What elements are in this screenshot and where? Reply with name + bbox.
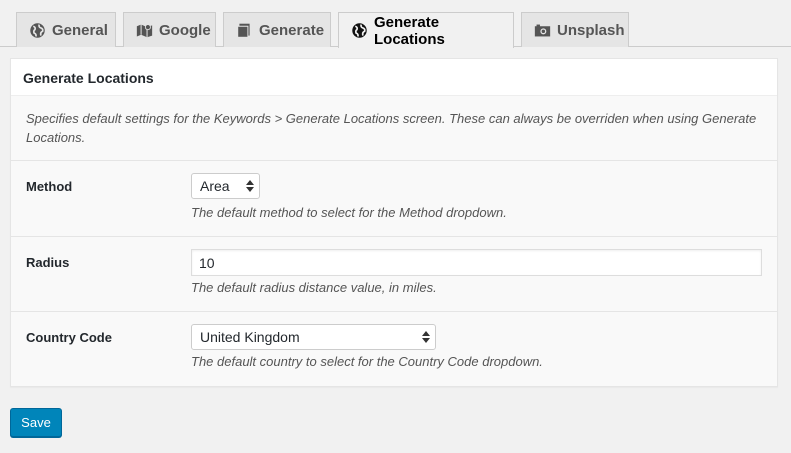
method-select-value: Area [200, 178, 230, 194]
country-code-help: The default country to select for the Co… [191, 354, 543, 369]
method-select-wrap: Area [191, 173, 260, 199]
radius-row: Radius 10 The default radius distance va… [11, 237, 777, 312]
radius-label: Radius [26, 255, 70, 270]
method-help: The default method to select for the Met… [191, 205, 507, 220]
globe-icon [351, 22, 368, 39]
radius-input[interactable]: 10 [191, 249, 762, 276]
tab-unsplash[interactable]: Unsplash [521, 12, 629, 47]
tab-label: General [52, 21, 108, 39]
radius-help: The default radius distance value, in mi… [191, 280, 437, 295]
method-row: Method Area The default method to select… [11, 161, 777, 237]
tab-google[interactable]: Google [123, 12, 216, 47]
tab-label: Generate Locations [374, 13, 445, 48]
country-code-select[interactable]: United Kingdom [191, 324, 436, 350]
select-arrows-icon [246, 180, 254, 192]
map-icon [136, 22, 153, 39]
tab-label: Google [159, 21, 211, 39]
country-code-label: Country Code [26, 330, 112, 345]
settings-panel: Generate Locations Specifies default set… [10, 58, 778, 387]
country-code-select-value: United Kingdom [200, 329, 300, 345]
method-select[interactable]: Area [191, 173, 260, 199]
panel-title: Generate Locations [11, 59, 777, 96]
select-arrows-icon [422, 331, 430, 343]
save-button[interactable]: Save [10, 408, 62, 437]
radius-field-wrap: 10 [191, 249, 762, 276]
camera-icon [534, 22, 551, 39]
method-label: Method [26, 179, 73, 194]
globe-icon [29, 22, 46, 39]
tab-label: Unsplash [557, 21, 625, 39]
book-icon [236, 22, 253, 39]
tab-label: Generate [259, 21, 325, 39]
tab-general[interactable]: General [16, 12, 116, 47]
settings-tabs: General Google Generate Generate Locatio… [0, 0, 791, 48]
panel-description: Specifies default settings for the Keywo… [11, 96, 777, 161]
country-code-select-wrap: United Kingdom [191, 324, 436, 350]
country-code-row: Country Code United Kingdom The default … [11, 312, 777, 386]
tab-generate[interactable]: Generate [223, 12, 331, 47]
tab-generate-locations[interactable]: Generate Locations [338, 12, 514, 48]
